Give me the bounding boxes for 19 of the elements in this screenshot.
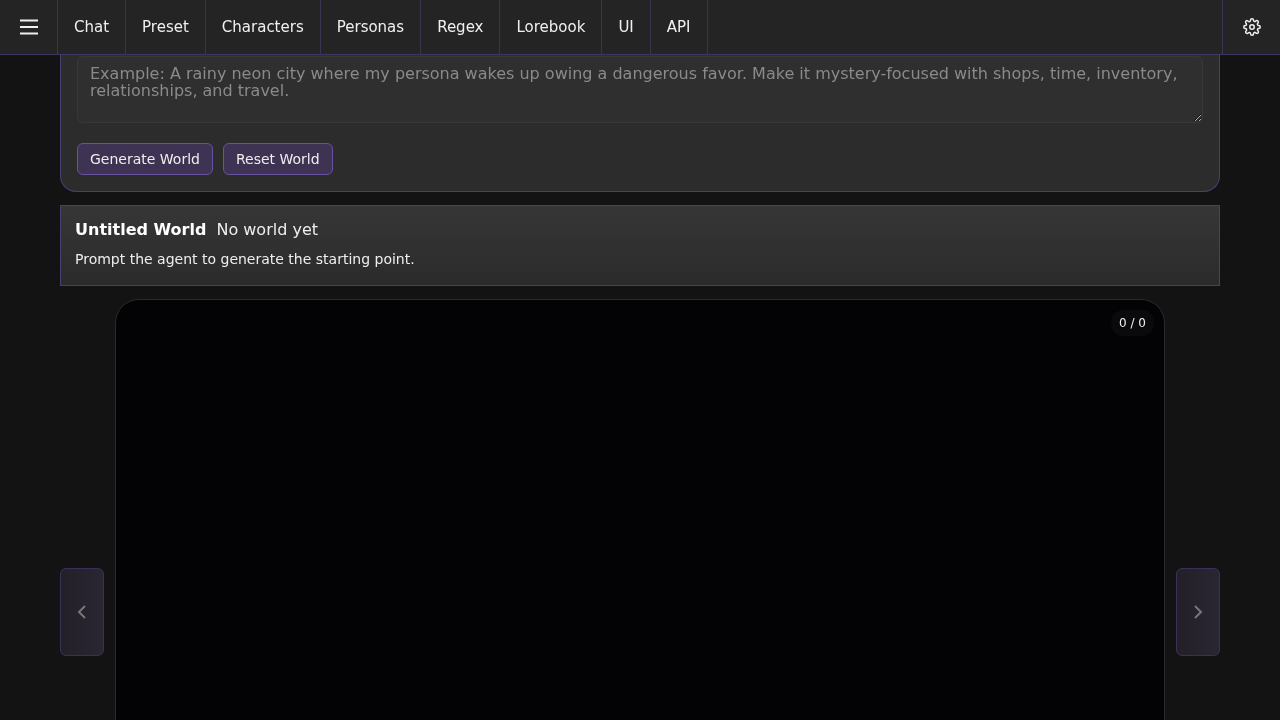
world-status: No world yet <box>216 220 318 239</box>
nav-tab[interactable]: Regex <box>421 0 501 54</box>
chevron-left-icon <box>77 605 87 619</box>
world-description: Prompt the agent to generate the starting point. <box>75 251 416 267</box>
world-action-button[interactable]: Reset World <box>222 143 333 175</box>
nav-tab[interactable]: Chat <box>58 0 127 54</box>
image-counter: 0 / 0 <box>1111 310 1154 336</box>
settings-icon <box>1242 18 1261 36</box>
world-action-button[interactable]: Generate World <box>77 143 213 175</box>
nav-tab[interactable]: Personas <box>320 0 422 54</box>
nav-tab[interactable]: Characters <box>205 0 321 54</box>
nav-tab[interactable]: API <box>650 0 708 54</box>
nav-tab[interactable]: Lorebook <box>500 0 603 54</box>
nav-tab[interactable]: Preset <box>126 0 206 54</box>
world-title: Untitled World <box>75 220 207 239</box>
world-prompt-field[interactable]: Example: A rainy neon city where my persona wakes up owing a dangerous favor. Make it mystery-focused with shops, time, inventory, relationships, and travel. <box>77 56 1203 123</box>
chevron-right-icon <box>1193 605 1203 619</box>
menu-icon <box>19 19 38 35</box>
nav-tab[interactable]: UI <box>602 0 651 54</box>
